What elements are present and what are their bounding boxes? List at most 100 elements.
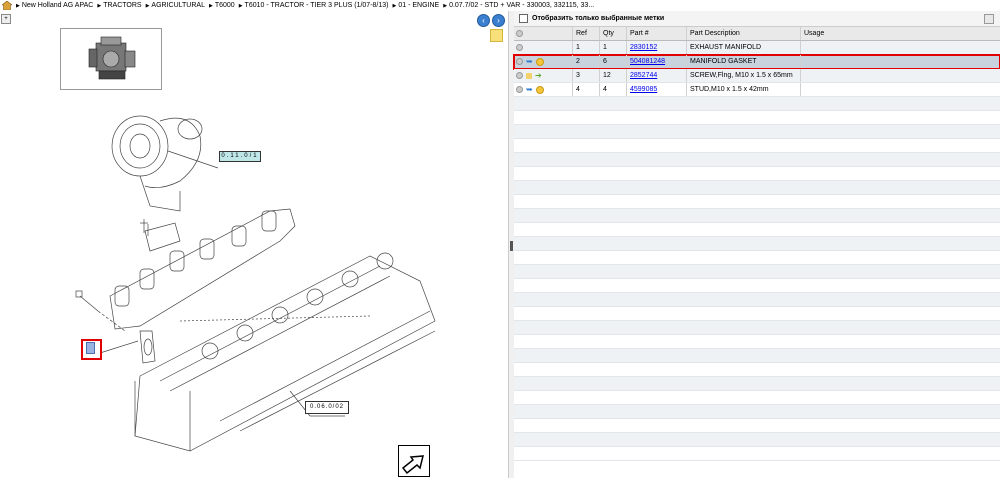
part-number-link[interactable]: 504081248 xyxy=(630,58,665,65)
info-face-icon xyxy=(535,85,544,94)
table-row[interactable]: ➥ 4 4 4599085 STUD,M10 x 1.5 x 42mm xyxy=(514,83,1000,97)
ref-cell: 1 xyxy=(572,41,599,54)
description-cell: EXHAUST MANIFOLD xyxy=(686,41,800,54)
description-cell: SCREW,Flng, M10 x 1.5 x 65mm xyxy=(686,69,800,82)
table-row xyxy=(514,391,1000,405)
table-row xyxy=(514,405,1000,419)
engine-thumbnail-image xyxy=(88,36,136,80)
select-circle-icon[interactable] xyxy=(516,58,523,65)
table-row xyxy=(514,111,1000,125)
show-selected-checkbox[interactable] xyxy=(519,14,528,23)
breadcrumb-item[interactable]: T6000 xyxy=(209,2,235,9)
table-row xyxy=(514,349,1000,363)
callout-marker[interactable] xyxy=(86,342,95,354)
part-number-link[interactable]: 2852744 xyxy=(630,72,657,79)
breadcrumb-item[interactable]: TRACTORS xyxy=(97,2,141,9)
select-circle-icon[interactable] xyxy=(516,43,523,51)
breadcrumb-item[interactable]: 01 - ENGINE xyxy=(393,2,439,9)
table-row xyxy=(514,293,1000,307)
table-row xyxy=(514,265,1000,279)
description-cell: MANIFOLD GASKET xyxy=(686,55,800,68)
table-row[interactable]: ➔ 3 12 2852744 SCREW,Flng, M10 x 1.5 x 65mm xyxy=(514,69,1000,83)
header-description[interactable]: Part Description xyxy=(686,27,800,40)
header-qty[interactable]: Qty xyxy=(599,27,626,40)
splitter-grip-icon[interactable] xyxy=(510,241,513,251)
header-icons-cell[interactable] xyxy=(514,27,572,40)
table-row xyxy=(514,209,1000,223)
table-row xyxy=(514,195,1000,209)
part-number-cell: 2830152 xyxy=(626,41,686,54)
ref-cell: 3 xyxy=(572,69,599,82)
replacement-arrow-icon: ➥ xyxy=(526,57,533,66)
table-header: Ref Qty Part # Part Description Usage xyxy=(514,27,1000,41)
part-number-link[interactable]: 4599085 xyxy=(630,86,657,93)
qty-cell: 4 xyxy=(599,83,626,96)
forward-arrow-icon xyxy=(401,455,424,475)
note-icon[interactable] xyxy=(490,29,503,42)
engine-thumbnail[interactable] xyxy=(60,28,162,90)
header-part-number[interactable]: Part # xyxy=(626,27,686,40)
row-icons: ➥ xyxy=(514,83,572,96)
table-row[interactable]: ➥ 2 6 504081248 MANIFOLD GASKET xyxy=(513,54,1000,70)
next-page-button[interactable] xyxy=(398,445,430,477)
table-row xyxy=(514,139,1000,153)
table-row xyxy=(514,251,1000,265)
header-circle-icon xyxy=(516,29,523,37)
table-row xyxy=(514,97,1000,111)
breadcrumb: New Holland AG APAC TRACTORS AGRICULTURA… xyxy=(0,0,1000,11)
table-row xyxy=(514,377,1000,391)
part-number-link[interactable]: 2830152 xyxy=(630,44,657,51)
qty-cell: 12 xyxy=(599,69,626,82)
gasket-drawing xyxy=(99,330,156,364)
reference-tag[interactable]: 0.11.0/1 xyxy=(219,151,261,162)
row-icons: ➥ xyxy=(514,55,572,68)
breadcrumb-item[interactable]: T6010 - TRACTOR - TIER 3 PLUS (1/07-8/13… xyxy=(239,2,389,9)
usage-cell xyxy=(800,41,1000,54)
table-row[interactable]: 1 1 2830152 EXHAUST MANIFOLD xyxy=(514,41,1000,55)
part-number-cell: 504081248 xyxy=(626,55,686,68)
show-selected-label: Отобразить только выбранные метки xyxy=(532,15,665,22)
parts-list-panel: Отобразить только выбранные метки Ref Qty… xyxy=(513,11,1000,478)
description-cell: STUD,M10 x 1.5 x 42mm xyxy=(686,83,800,96)
turbocharger-drawing xyxy=(111,115,219,212)
select-circle-icon[interactable] xyxy=(516,86,523,93)
table-row xyxy=(514,153,1000,167)
usage-cell xyxy=(800,83,1000,96)
previous-diagram-button[interactable]: ‹ xyxy=(477,14,490,27)
screw-drawing xyxy=(75,290,126,332)
table-row xyxy=(514,419,1000,433)
breadcrumb-item[interactable]: AGRICULTURAL xyxy=(146,2,205,9)
diagram-panel: + ‹ › 0.11.0/1 0.06.0/02 xyxy=(0,11,508,478)
breadcrumb-item[interactable]: New Holland AG APAC xyxy=(16,2,93,9)
cylinder-head-drawing xyxy=(134,252,436,452)
table-row xyxy=(514,363,1000,377)
part-number-cell: 4599085 xyxy=(626,83,686,96)
table-row xyxy=(514,279,1000,293)
parts-table: Ref Qty Part # Part Description Usage 1 1 28301… xyxy=(513,27,1000,461)
home-icon[interactable] xyxy=(2,1,12,10)
table-row xyxy=(514,223,1000,237)
table-row xyxy=(514,433,1000,447)
table-row xyxy=(514,447,1000,461)
expand-icon[interactable]: + xyxy=(1,14,11,24)
table-row xyxy=(514,237,1000,251)
header-ref[interactable]: Ref xyxy=(572,27,599,40)
select-circle-icon[interactable] xyxy=(516,72,523,79)
table-row xyxy=(514,181,1000,195)
go-arrow-icon: ➔ xyxy=(535,71,542,80)
filter-bar: Отобразить только выбранные метки xyxy=(514,11,1000,27)
panel-options-icon[interactable] xyxy=(984,14,994,24)
ref-cell: 4 xyxy=(572,83,599,96)
next-diagram-button[interactable]: › xyxy=(492,14,505,27)
reference-tag[interactable]: 0.06.0/02 xyxy=(305,401,349,414)
table-row xyxy=(514,307,1000,321)
qty-cell: 6 xyxy=(599,55,626,68)
table-row xyxy=(514,321,1000,335)
row-icons xyxy=(514,41,572,54)
usage-cell xyxy=(800,55,1000,68)
breadcrumb-item[interactable]: 0.07.7/02 - STD + VAR - 330003, 332115, … xyxy=(443,2,594,9)
table-row xyxy=(514,125,1000,139)
replacement-arrow-icon: ➥ xyxy=(526,85,533,94)
table-row xyxy=(514,335,1000,349)
header-usage[interactable]: Usage xyxy=(800,27,1000,40)
